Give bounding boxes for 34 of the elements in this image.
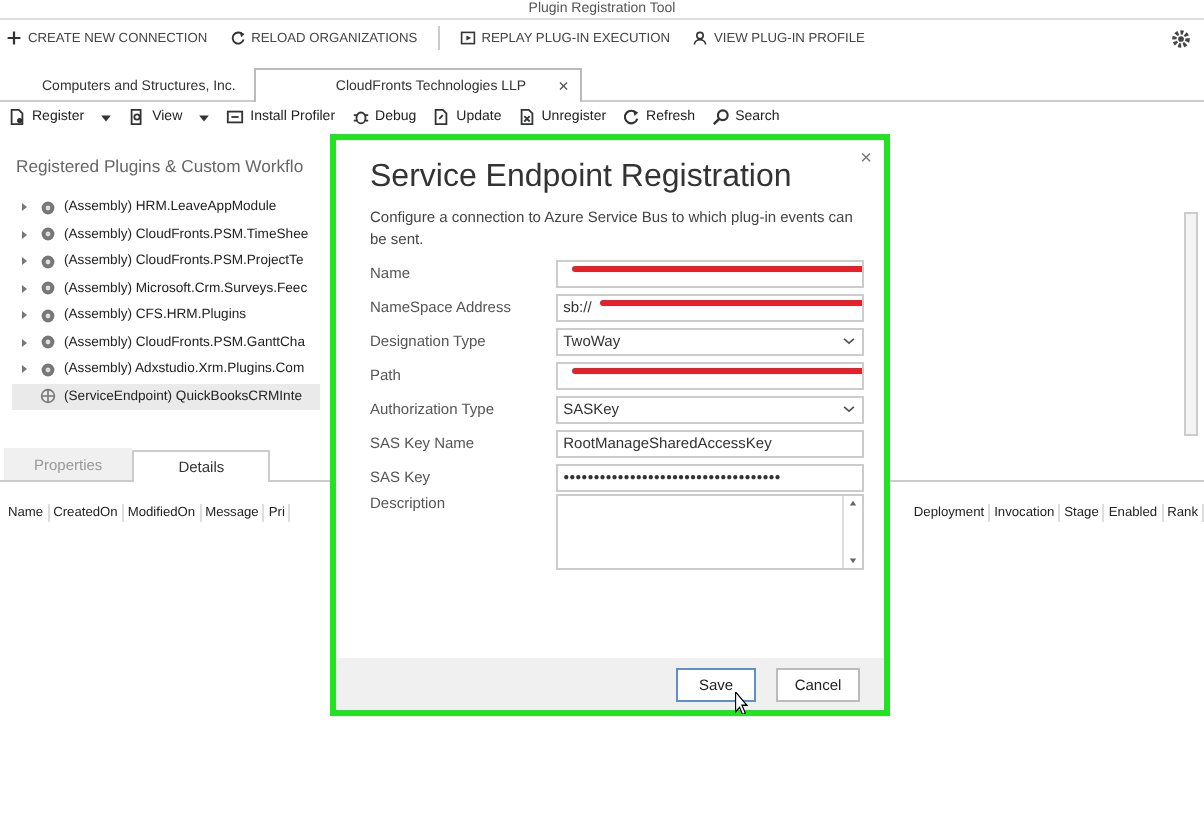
expand-arrow-icon[interactable] (20, 229, 30, 240)
document-icon (8, 108, 26, 126)
text-field[interactable] (555, 259, 864, 287)
caret-icon[interactable] (198, 111, 211, 123)
dialog-title: Service Endpoint Registration (370, 160, 794, 196)
close-tab-button[interactable]: × (558, 76, 569, 96)
description-field[interactable] (555, 494, 864, 570)
reload-icon (229, 30, 246, 46)
play-icon (459, 30, 476, 46)
caret-icon[interactable] (100, 111, 113, 123)
plus-icon (6, 30, 22, 46)
search-icon (711, 108, 730, 126)
reload-icon (622, 108, 641, 126)
chevron-icon (842, 334, 856, 348)
scroll-down-icon[interactable] (844, 552, 862, 568)
text-field[interactable] (555, 361, 864, 389)
person-icon (691, 30, 708, 46)
scrollbar[interactable] (1184, 212, 1198, 436)
expand-arrow-icon[interactable] (20, 364, 30, 375)
magnifier-document-icon (128, 108, 147, 126)
expand-arrow-icon[interactable] (20, 283, 30, 294)
globe-icon (40, 388, 56, 405)
expand-arrow-icon[interactable] (20, 202, 30, 213)
settings-icon[interactable] (1170, 27, 1192, 49)
expand-arrow-icon[interactable] (20, 256, 30, 267)
tree-heading: Registered Plugins & Custom Workflo (16, 156, 304, 176)
chevron-icon (842, 402, 856, 416)
expand-arrow-icon[interactable] (20, 337, 30, 348)
bug-icon (351, 108, 370, 126)
expand-arrow-icon[interactable] (20, 310, 30, 321)
window-icon (226, 108, 245, 126)
close-button[interactable]: × (860, 148, 872, 170)
scroll-up-icon[interactable] (844, 496, 862, 512)
document-x-icon (517, 108, 536, 126)
